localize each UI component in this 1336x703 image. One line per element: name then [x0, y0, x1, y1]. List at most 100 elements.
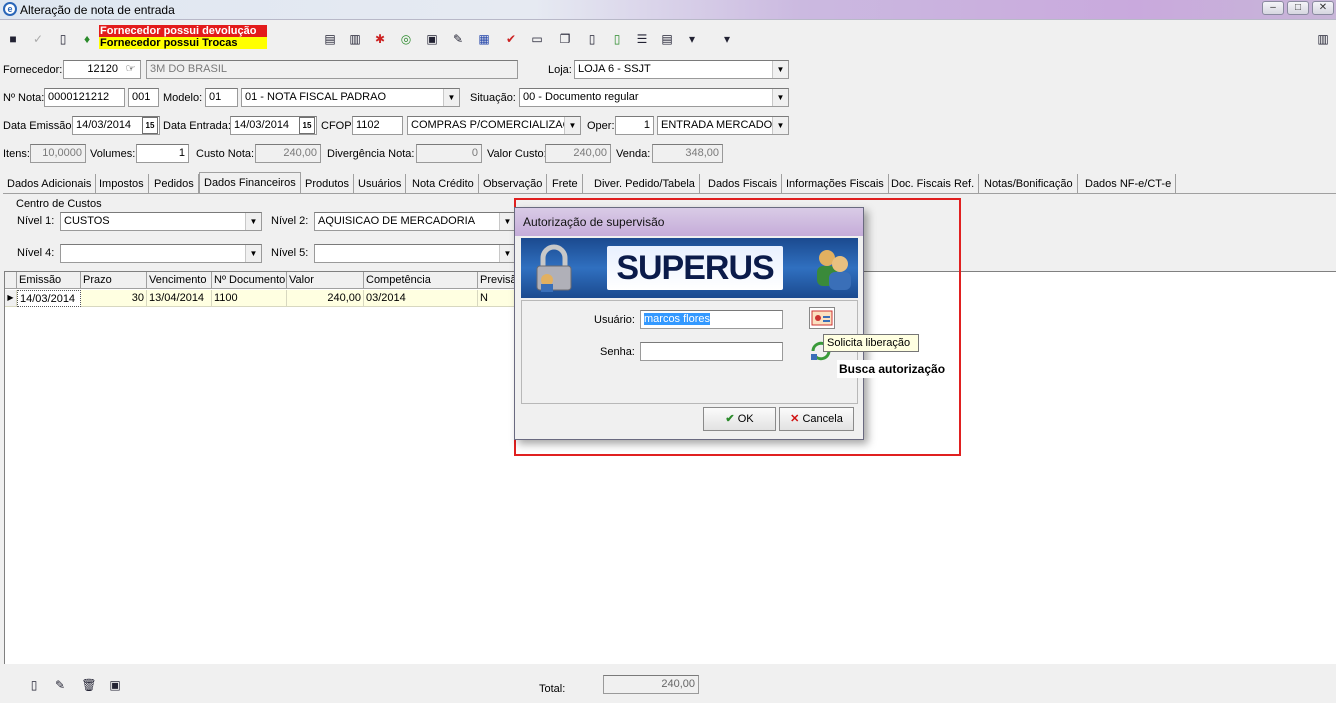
situacao-value: 00 - Documento regular	[523, 91, 639, 103]
chevron-down-icon[interactable]: ▼	[245, 245, 261, 262]
chevron-down-icon[interactable]: ▼	[772, 117, 788, 134]
table-cell-valor[interactable]: 240,00	[287, 290, 364, 307]
usuario-input[interactable]: marcos flores	[640, 310, 783, 329]
supplier-alert-icon[interactable]: ♦	[79, 31, 95, 47]
chevron-down-icon[interactable]: ▼	[772, 89, 788, 106]
ok-button[interactable]: ✔ OK	[703, 407, 776, 431]
new-record-icon[interactable]: ▯	[26, 677, 42, 693]
chevron-down-icon[interactable]: ▼	[499, 245, 515, 262]
nivel5-select[interactable]: ▼	[314, 244, 516, 263]
tab-produtos[interactable]: Produtos	[301, 174, 355, 194]
grid-header-previsao[interactable]: Previsão	[478, 272, 518, 289]
target-icon[interactable]: ◎	[398, 31, 414, 47]
clipboard-icon[interactable]: ▣	[424, 31, 440, 47]
print-right-icon[interactable]: ▥	[1315, 31, 1331, 47]
tab-dados-adicionais[interactable]: Dados Adicionais	[3, 174, 97, 194]
chevron-down-icon[interactable]: ▼	[772, 61, 788, 78]
cancel-button[interactable]: ✕ Cancela	[779, 407, 854, 431]
tab-frete[interactable]: Frete	[548, 174, 583, 194]
printer-icon[interactable]: ▥	[347, 31, 363, 47]
fornecedor-name-field: 3M DO BRASIL	[146, 60, 518, 79]
data-entrada-field[interactable]: 14/03/2014 15	[230, 116, 317, 135]
checklist-icon[interactable]: ✔	[503, 31, 519, 47]
situacao-select[interactable]: 00 - Documento regular ▼	[519, 88, 789, 107]
tab-dados-financeiros[interactable]: Dados Financeiros	[199, 172, 301, 194]
tooltip: Solicita liberação	[823, 334, 919, 352]
table-cell-competencia[interactable]: 03/2014	[364, 290, 478, 307]
tab-observacao[interactable]: Observação	[479, 174, 548, 194]
nivel1-label: Nível 1:	[17, 215, 55, 227]
serie-field[interactable]: 001	[128, 88, 159, 107]
modelo-select[interactable]: 01 - NOTA FISCAL PADRAO ▼	[241, 88, 460, 107]
nota-field[interactable]: 0000121212	[44, 88, 125, 107]
chevron-down-icon[interactable]: ▼	[564, 117, 580, 134]
chevron-down-icon[interactable]: ▼	[245, 213, 261, 230]
maximize-button[interactable]: □	[1287, 1, 1309, 15]
total-label: Total:	[539, 683, 566, 695]
grid-header-vencimento[interactable]: Vencimento	[147, 272, 212, 289]
chevron-down-icon[interactable]: ▼	[443, 89, 459, 106]
user-card-icon[interactable]	[809, 307, 835, 329]
data-emissao-field[interactable]: 14/03/2014 15	[72, 116, 160, 135]
save-icon[interactable]: ■	[5, 31, 21, 47]
modelo-code-field[interactable]: 01	[205, 88, 238, 107]
tab-diver-pedido[interactable]: Diver. Pedido/Tabela	[590, 174, 700, 194]
book-icon[interactable]: ▭	[529, 31, 545, 47]
nivel4-select[interactable]: ▼	[60, 244, 262, 263]
dialog-form: Usuário: marcos flores Senha:	[521, 300, 858, 404]
edit-record-icon[interactable]: ✎	[52, 677, 68, 693]
document-green-icon[interactable]: ▯	[609, 31, 625, 47]
tab-usuarios[interactable]: Usuários	[354, 174, 407, 194]
tab-nota-credito[interactable]: Nota Crédito	[408, 174, 479, 194]
table-cell-documento[interactable]: 1100	[212, 290, 287, 307]
form-icon[interactable]: ▦	[476, 31, 492, 47]
volumes-field[interactable]: 1	[136, 144, 189, 163]
oper-select[interactable]: ENTRADA MERCADO ▼	[657, 116, 789, 135]
table-cell-vencimento[interactable]: 13/04/2014	[147, 290, 212, 307]
modelo-label: Modelo:	[163, 92, 203, 104]
list-icon[interactable]: ☰	[634, 31, 650, 47]
nivel1-select[interactable]: CUSTOS ▼	[60, 212, 262, 231]
close-button[interactable]: ✕	[1312, 1, 1334, 15]
grid-header-emissao[interactable]: Emissão	[17, 272, 81, 289]
tab-doc-fiscais-ref[interactable]: Doc. Fiscais Ref.	[887, 174, 980, 194]
data-entrada-label: Data Entrada:	[163, 120, 231, 132]
table-cell-emissao[interactable]: 14/03/2014	[17, 290, 81, 307]
delete-doc-icon[interactable]: ✱	[372, 31, 388, 47]
nivel2-select[interactable]: AQUISICAO DE MERCADORIA ▼	[314, 212, 516, 231]
more-dropdown-icon[interactable]: ▾	[719, 31, 735, 47]
grid-header-valor[interactable]: Valor	[287, 272, 364, 289]
table-cell-prazo[interactable]: 30	[81, 290, 147, 307]
tab-pedidos[interactable]: Pedidos	[150, 174, 199, 194]
senha-input[interactable]	[640, 342, 783, 361]
minimize-button[interactable]: –	[1262, 1, 1284, 15]
tab-informacoes-fiscais[interactable]: Informações Fiscais	[782, 174, 889, 194]
calendar-icon[interactable]: 15	[299, 117, 315, 134]
edit-doc-icon[interactable]: ✎	[450, 31, 466, 47]
folder-icon[interactable]: ▣	[107, 677, 123, 693]
calendar-icon[interactable]: 15	[142, 117, 158, 134]
chevron-down-icon[interactable]: ▼	[499, 213, 515, 230]
grid-header-competencia[interactable]: Competência	[364, 272, 478, 289]
document-icon[interactable]: ▯	[584, 31, 600, 47]
users-dropdown-icon[interactable]: ▾	[684, 31, 700, 47]
grid-header-prazo[interactable]: Prazo	[81, 272, 147, 289]
copy-icon[interactable]: ❐	[557, 31, 573, 47]
oper-field[interactable]: 1	[615, 116, 654, 135]
loja-select[interactable]: LOJA 6 - SSJT ▼	[574, 60, 789, 79]
tab-notas-bonificacao[interactable]: Notas/Bonificação	[980, 174, 1078, 194]
table-icon[interactable]: ▤	[659, 31, 675, 47]
new-document-icon[interactable]: ▯	[55, 31, 71, 47]
cfop-select[interactable]: COMPRAS P/COMERCIALIZAC ▼	[407, 116, 581, 135]
tab-dados-fiscais[interactable]: Dados Fiscais	[704, 174, 783, 194]
trash-icon[interactable]: 🗑	[81, 677, 97, 693]
cfop-field[interactable]: 1102	[352, 116, 403, 135]
fornecedor-search-icon[interactable]: ☞	[122, 62, 139, 77]
loja-label: Loja:	[548, 64, 572, 76]
grid-header-documento[interactable]: Nº Documento	[212, 272, 287, 289]
print-icon[interactable]: ▤	[322, 31, 338, 47]
check-icon[interactable]: ✓	[30, 31, 46, 47]
tab-impostos[interactable]: Impostos	[95, 174, 149, 194]
table-cell-previsao[interactable]: N	[478, 290, 518, 307]
tab-dados-nfe[interactable]: Dados NF-e/CT-e	[1081, 174, 1177, 194]
